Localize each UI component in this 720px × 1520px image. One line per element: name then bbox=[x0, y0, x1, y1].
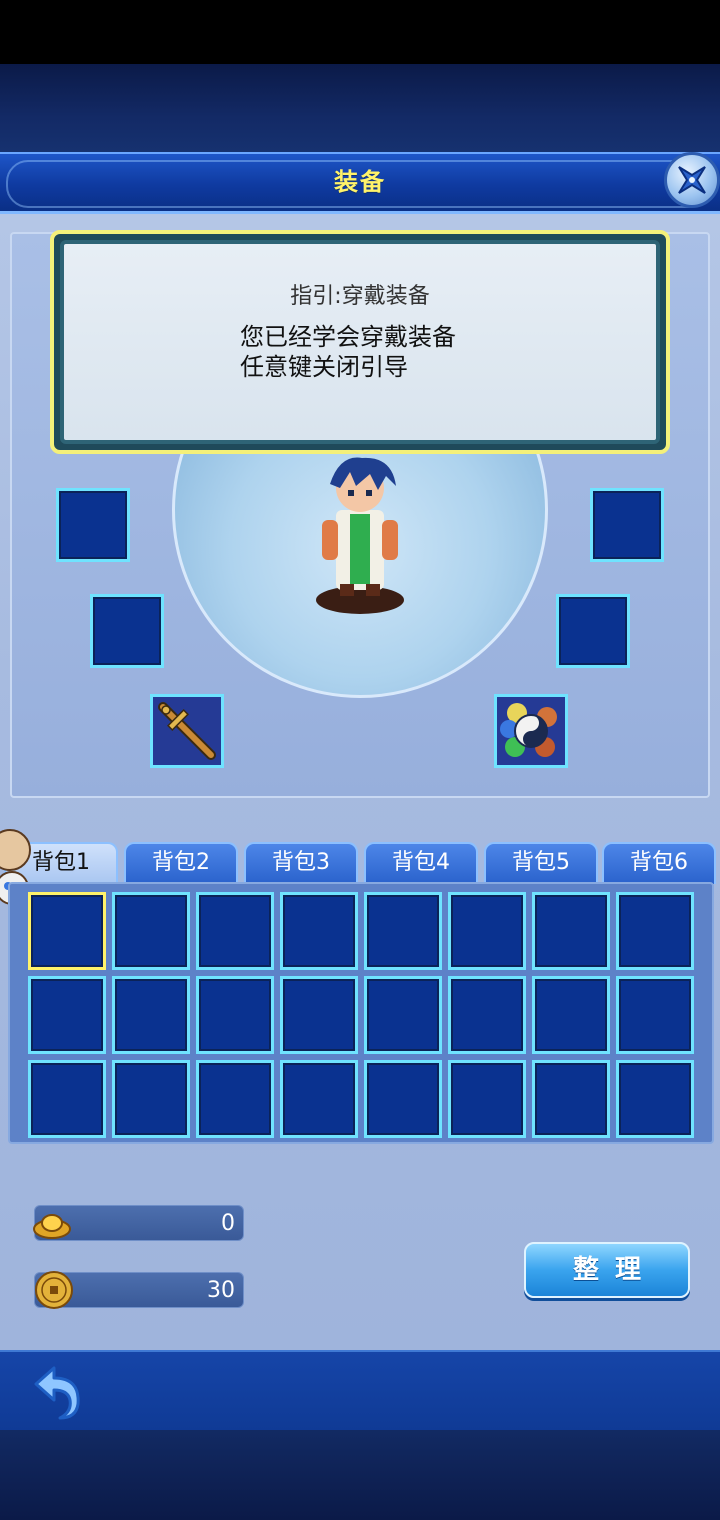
bag-slot[interactable] bbox=[616, 892, 694, 970]
bag-slot[interactable] bbox=[196, 976, 274, 1054]
equip-slot-left-middle[interactable] bbox=[90, 594, 164, 668]
back-button[interactable] bbox=[30, 1362, 86, 1422]
bag-slot[interactable] bbox=[532, 976, 610, 1054]
equip-slot-right-middle[interactable] bbox=[556, 594, 630, 668]
bag-slot[interactable] bbox=[112, 976, 190, 1054]
bag-slot[interactable] bbox=[280, 1060, 358, 1138]
bag-slot[interactable] bbox=[616, 1060, 694, 1138]
tab-bag-3[interactable]: 背包3 bbox=[244, 842, 358, 884]
bottom-bar bbox=[0, 1350, 720, 1432]
close-icon bbox=[678, 166, 706, 194]
scenic-backdrop-bottom bbox=[0, 1430, 720, 1520]
bag-slot[interactable] bbox=[448, 1060, 526, 1138]
guide-message-line-1: 您已经学会穿戴装备 bbox=[240, 323, 456, 351]
bag-slot[interactable] bbox=[364, 976, 442, 1054]
back-arrow-icon bbox=[34, 1366, 80, 1420]
bag-slot[interactable] bbox=[448, 976, 526, 1054]
bag-slot[interactable] bbox=[532, 1060, 610, 1138]
equip-slot-weapon[interactable] bbox=[150, 694, 224, 768]
bag-slot[interactable] bbox=[448, 892, 526, 970]
bag-slot[interactable] bbox=[196, 892, 274, 970]
equip-slot-left-top[interactable] bbox=[56, 488, 130, 562]
bag-slot[interactable] bbox=[616, 976, 694, 1054]
gold-ingot-icon bbox=[33, 1214, 71, 1239]
close-button[interactable] bbox=[664, 152, 720, 208]
tab-bag-5[interactable]: 背包5 bbox=[484, 842, 598, 884]
scenic-backdrop bbox=[0, 64, 720, 154]
equip-slot-right-top[interactable] bbox=[590, 488, 664, 562]
bag-slot[interactable] bbox=[364, 1060, 442, 1138]
bag-slot[interactable] bbox=[28, 976, 106, 1054]
bag-slot[interactable] bbox=[112, 1060, 190, 1138]
bag-slot[interactable] bbox=[280, 976, 358, 1054]
equip-slot-accessory[interactable] bbox=[494, 694, 568, 768]
guide-title: 指引:穿戴装备 bbox=[290, 284, 430, 309]
taiji-orb-icon bbox=[497, 697, 565, 765]
tab-bag-4[interactable]: 背包4 bbox=[364, 842, 478, 884]
page-title: 装备 bbox=[334, 168, 386, 196]
bag-slot[interactable] bbox=[112, 892, 190, 970]
bag-slot[interactable] bbox=[532, 892, 610, 970]
status-bar bbox=[0, 0, 720, 64]
bag-slot[interactable] bbox=[28, 1060, 106, 1138]
bag-slot[interactable] bbox=[196, 1060, 274, 1138]
character-sprite bbox=[316, 457, 404, 614]
sword-icon bbox=[153, 697, 221, 765]
bag-slot[interactable] bbox=[280, 892, 358, 970]
bag-slot[interactable] bbox=[28, 892, 106, 970]
copper-coin-icon bbox=[35, 1271, 73, 1309]
guide-message-line-2: 任意键关闭引导 bbox=[240, 353, 408, 381]
bag-slot[interactable] bbox=[364, 892, 442, 970]
sort-button[interactable]: 整理 bbox=[524, 1242, 690, 1298]
tab-bag-6[interactable]: 背包6 bbox=[602, 842, 716, 884]
tab-bag-2[interactable]: 背包2 bbox=[124, 842, 238, 884]
